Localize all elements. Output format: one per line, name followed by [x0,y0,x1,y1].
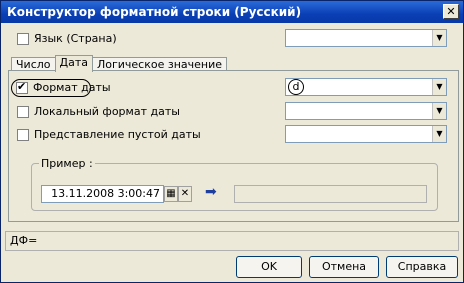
example-result-field [234,185,427,203]
tab-date[interactable]: Дата [54,55,93,72]
language-checkbox[interactable]: Язык (Страна) [17,32,117,45]
tab-strip: Число Дата Логическое значение [11,55,228,72]
dialog-window: Конструктор форматной строки (Русский) ✕… [0,0,464,283]
chevron-down-icon[interactable]: ▼ [432,103,446,119]
title-bar: Конструктор форматной строки (Русский) ✕ [1,1,463,23]
date-format-select[interactable]: d ▼ [285,78,447,96]
close-icon: ✕ [446,5,456,18]
example-label: Пример : [39,157,95,170]
date-format-value: d [288,79,304,95]
local-format-checkbox-box[interactable] [17,105,29,118]
date-format-checkbox[interactable]: Формат даты [16,80,111,94]
close-button[interactable]: ✕ [443,4,459,19]
help-button[interactable]: Справка [386,256,458,278]
cancel-button[interactable]: Отмена [309,256,379,278]
language-label: Язык (Страна) [34,32,117,45]
local-format-select[interactable]: ▼ [285,102,447,120]
window-title: Конструктор форматной строки (Русский) [7,5,302,19]
example-date-input[interactable]: 13.11.2008 3:00:47 [41,185,164,203]
ok-button[interactable]: OK [236,256,302,278]
local-format-label: Локальный формат даты [34,105,180,118]
date-format-checkbox-box[interactable] [16,80,28,94]
format-string-field[interactable]: ДФ= [5,231,459,251]
language-select[interactable]: ▼ [285,29,447,47]
chevron-down-icon[interactable]: ▼ [432,126,446,142]
empty-date-label: Представление пустой даты [34,128,201,141]
clear-icon[interactable]: ✕ [178,186,192,202]
empty-date-checkbox-box[interactable] [17,128,29,141]
arrow-right-icon: ➡ [205,184,217,200]
chevron-down-icon[interactable]: ▼ [432,30,446,46]
empty-date-select[interactable]: ▼ [285,125,447,143]
empty-date-checkbox[interactable]: Представление пустой даты [17,128,201,141]
language-checkbox-box[interactable] [17,32,29,45]
chevron-down-icon[interactable]: ▼ [432,79,446,95]
date-format-label: Формат даты [33,81,111,94]
calendar-icon[interactable]: ▦ [164,186,178,202]
local-format-checkbox[interactable]: Локальный формат даты [17,105,180,118]
